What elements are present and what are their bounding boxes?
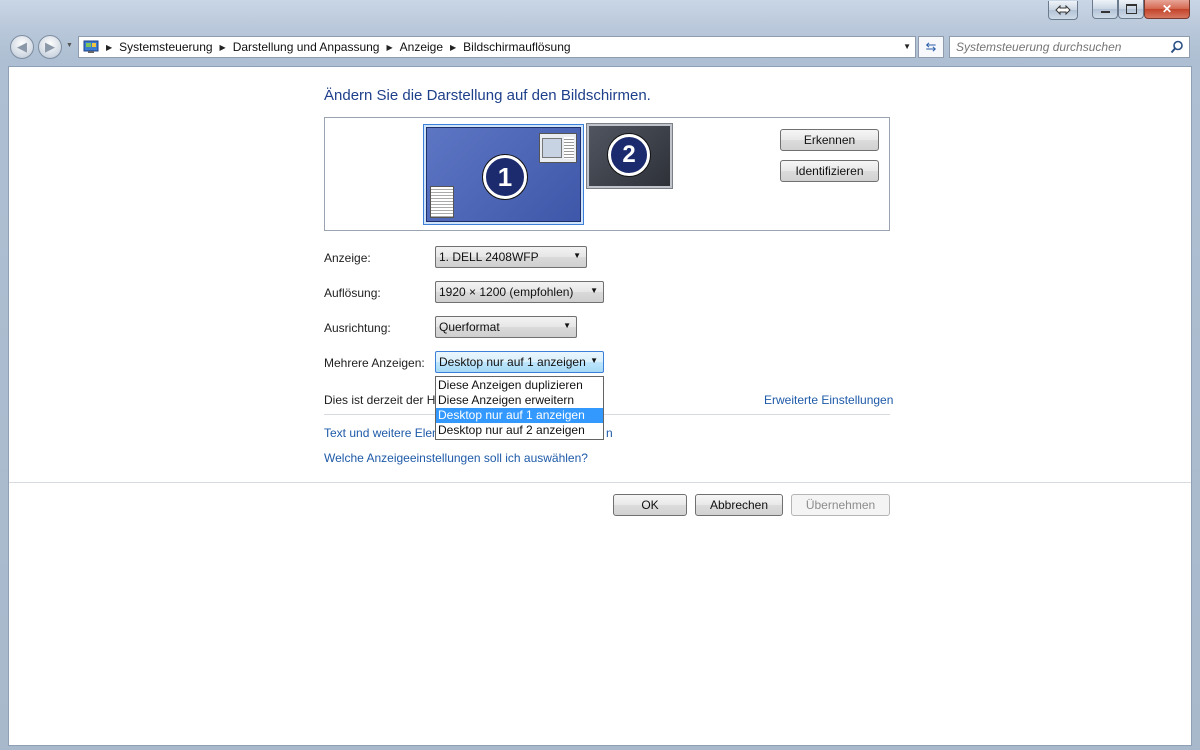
history-dropdown-icon[interactable]: ▼ [66,42,73,49]
refresh-button[interactable]: ⇆ [918,36,944,58]
cancel-button[interactable]: Abbrechen [695,494,783,516]
maximize-button[interactable] [1118,0,1144,19]
back-button[interactable]: ◀ [10,35,34,59]
resolution-label: Auflösung: [324,286,381,300]
dropdown-option-extend[interactable]: Diese Anzeigen erweitern [436,393,603,408]
chevron-down-icon: ▼ [590,286,598,295]
window-frame: ✕ ◀ ▶ ▼ ▶ Systemsteuerung ▶ Darstellung … [0,0,1200,750]
detect-button[interactable]: Erkennen [780,129,879,151]
search-box [949,36,1190,58]
primary-display-status: Dies ist derzeit der Ha [324,393,443,407]
navigation-bar: ◀ ▶ ▼ ▶ Systemsteuerung ▶ Darstellung un… [0,30,1200,64]
advanced-settings-link[interactable]: Erweiterte Einstellungen [764,393,893,407]
forward-arrow-icon: ▶ [45,39,55,54]
multiple-displays-label: Mehrere Anzeigen: [324,356,425,370]
identify-button[interactable]: Identifizieren [780,160,879,182]
page-title: Ändern Sie die Darstellung auf den Bilds… [324,87,651,104]
breadcrumb-arrow-icon[interactable]: ▶ [220,43,226,52]
maximize-icon [1125,4,1137,14]
ok-button-label: OK [641,498,659,512]
breadcrumb-arrow-icon[interactable]: ▶ [386,43,392,52]
detect-button-label: Erkennen [803,133,856,147]
address-dropdown-icon[interactable]: ▼ [903,42,911,51]
content-pane: Ändern Sie die Darstellung auf den Bilds… [8,66,1192,746]
search-input[interactable] [950,39,1170,55]
minimize-icon [1100,11,1110,13]
monitor-1-screen: 1 [426,127,581,222]
monitor-2[interactable]: 2 [586,123,673,189]
refresh-icon: ⇆ [925,39,937,54]
close-button[interactable]: ✕ [1144,0,1190,19]
dropdown-option-duplicate[interactable]: Diese Anzeigen duplizieren [436,378,603,393]
display-label: Anzeige: [324,251,371,265]
ok-button[interactable]: OK [613,494,687,516]
close-icon: ✕ [1161,2,1173,16]
orientation-label: Ausrichtung: [324,321,391,335]
breadcrumb-bildschirmaufloesung[interactable]: Bildschirmauflösung [463,40,570,54]
divider [324,414,890,415]
mini-window-icon [539,133,577,163]
orientation-value: Querformat [439,320,500,334]
address-bar[interactable]: ▶ Systemsteuerung ▶ Darstellung und Anpa… [78,36,916,58]
chevron-down-icon: ▼ [573,251,581,260]
forward-button[interactable]: ▶ [38,35,62,59]
monitor-1-number: 1 [483,155,527,199]
button-divider [9,482,1191,483]
identify-button-label: Identifizieren [795,164,864,178]
breadcrumb: Systemsteuerung ▶ Darstellung und Anpass… [119,40,570,54]
which-settings-link[interactable]: Welche Anzeigeeinstellungen soll ich aus… [324,451,588,465]
text-size-link-start: Text und weitere Elem [324,426,443,440]
display-value: 1. DELL 2408WFP [439,250,539,264]
text-size-link-tail[interactable]: n [606,426,613,440]
mini-start-menu-icon [430,186,454,218]
monitor-2-number: 2 [608,134,650,176]
search-icon[interactable] [1170,40,1184,54]
resolution-value: 1920 × 1200 (empfohlen) [439,285,574,299]
multiple-displays-dropdown: Diese Anzeigen duplizieren Diese Anzeige… [435,376,604,440]
dropdown-option-only-2[interactable]: Desktop nur auf 2 anzeigen [436,423,603,438]
apply-button-label: Übernehmen [805,498,876,512]
multiple-displays-value: Desktop nur auf 1 anzeigen [439,355,586,369]
breadcrumb-arrow-icon[interactable]: ▶ [450,43,456,52]
restore-arrows-icon[interactable] [1048,1,1078,20]
resolution-select[interactable]: 1920 × 1200 (empfohlen) ▼ [435,281,604,303]
display-select[interactable]: 1. DELL 2408WFP ▼ [435,246,587,268]
orientation-select[interactable]: Querformat ▼ [435,316,577,338]
back-arrow-icon: ◀ [17,39,27,54]
breadcrumb-systemsteuerung[interactable]: Systemsteuerung [119,40,212,54]
control-panel-icon [83,40,99,53]
breadcrumb-arrow-icon[interactable]: ▶ [106,43,112,52]
breadcrumb-anzeige[interactable]: Anzeige [400,40,443,54]
monitor-layout-panel: 1 2 Erkennen Identifizieren [324,117,890,231]
monitor-1[interactable]: 1 [423,124,584,225]
text-size-link[interactable]: Text und weitere Elem [324,426,442,440]
dropdown-option-only-1[interactable]: Desktop nur auf 1 anzeigen [436,408,603,423]
apply-button[interactable]: Übernehmen [791,494,890,516]
multiple-displays-select[interactable]: Desktop nur auf 1 anzeigen ▼ [435,351,604,373]
chevron-down-icon: ▼ [563,321,571,330]
breadcrumb-darstellung[interactable]: Darstellung und Anpassung [233,40,380,54]
minimize-button[interactable] [1092,0,1118,19]
chevron-down-icon: ▼ [590,356,598,365]
cancel-button-label: Abbrechen [709,498,769,512]
